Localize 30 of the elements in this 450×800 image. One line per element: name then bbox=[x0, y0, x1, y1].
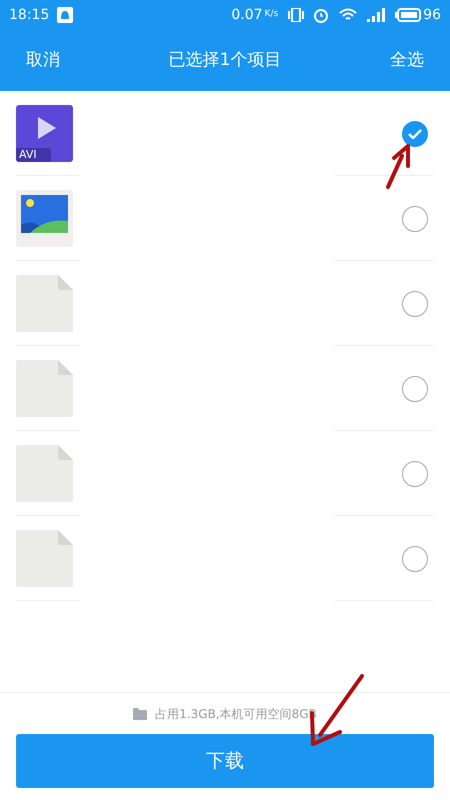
download-button[interactable]: 下载 bbox=[16, 734, 434, 788]
image-file-thumbnail bbox=[16, 190, 73, 247]
blank-file-icon bbox=[16, 360, 73, 417]
blank-file-icon bbox=[16, 275, 73, 332]
notification-icon bbox=[57, 7, 74, 23]
network-speed: 0.07 bbox=[231, 6, 263, 24]
checkmark-icon bbox=[408, 128, 422, 138]
header-title: 已选择1个项目 bbox=[168, 48, 282, 72]
wifi-icon bbox=[339, 8, 358, 22]
selection-checkbox[interactable] bbox=[402, 290, 428, 316]
blank-file-icon bbox=[16, 530, 73, 587]
select-all-button[interactable]: 全选 bbox=[390, 48, 424, 74]
selection-checkbox[interactable] bbox=[402, 206, 428, 232]
selection-checkbox[interactable] bbox=[402, 376, 428, 402]
folder-icon bbox=[133, 708, 148, 720]
vibrate-icon bbox=[288, 8, 304, 22]
selection-checkbox[interactable] bbox=[402, 546, 428, 572]
status-time: 18:15 bbox=[9, 6, 50, 24]
play-icon bbox=[38, 117, 56, 139]
file-item[interactable]: AVI bbox=[16, 91, 402, 176]
blank-file-icon bbox=[16, 445, 73, 502]
selection-checkbox[interactable] bbox=[402, 120, 428, 146]
battery-icon bbox=[395, 8, 422, 22]
selection-checkbox[interactable] bbox=[402, 460, 428, 486]
cancel-button[interactable]: 取消 bbox=[26, 48, 60, 74]
alarm-icon bbox=[313, 7, 330, 23]
file-type-label: AVI bbox=[16, 148, 51, 162]
signal-icon bbox=[367, 8, 388, 22]
battery-level: 96 bbox=[423, 6, 441, 24]
network-speed-unit: K/s bbox=[264, 8, 278, 22]
